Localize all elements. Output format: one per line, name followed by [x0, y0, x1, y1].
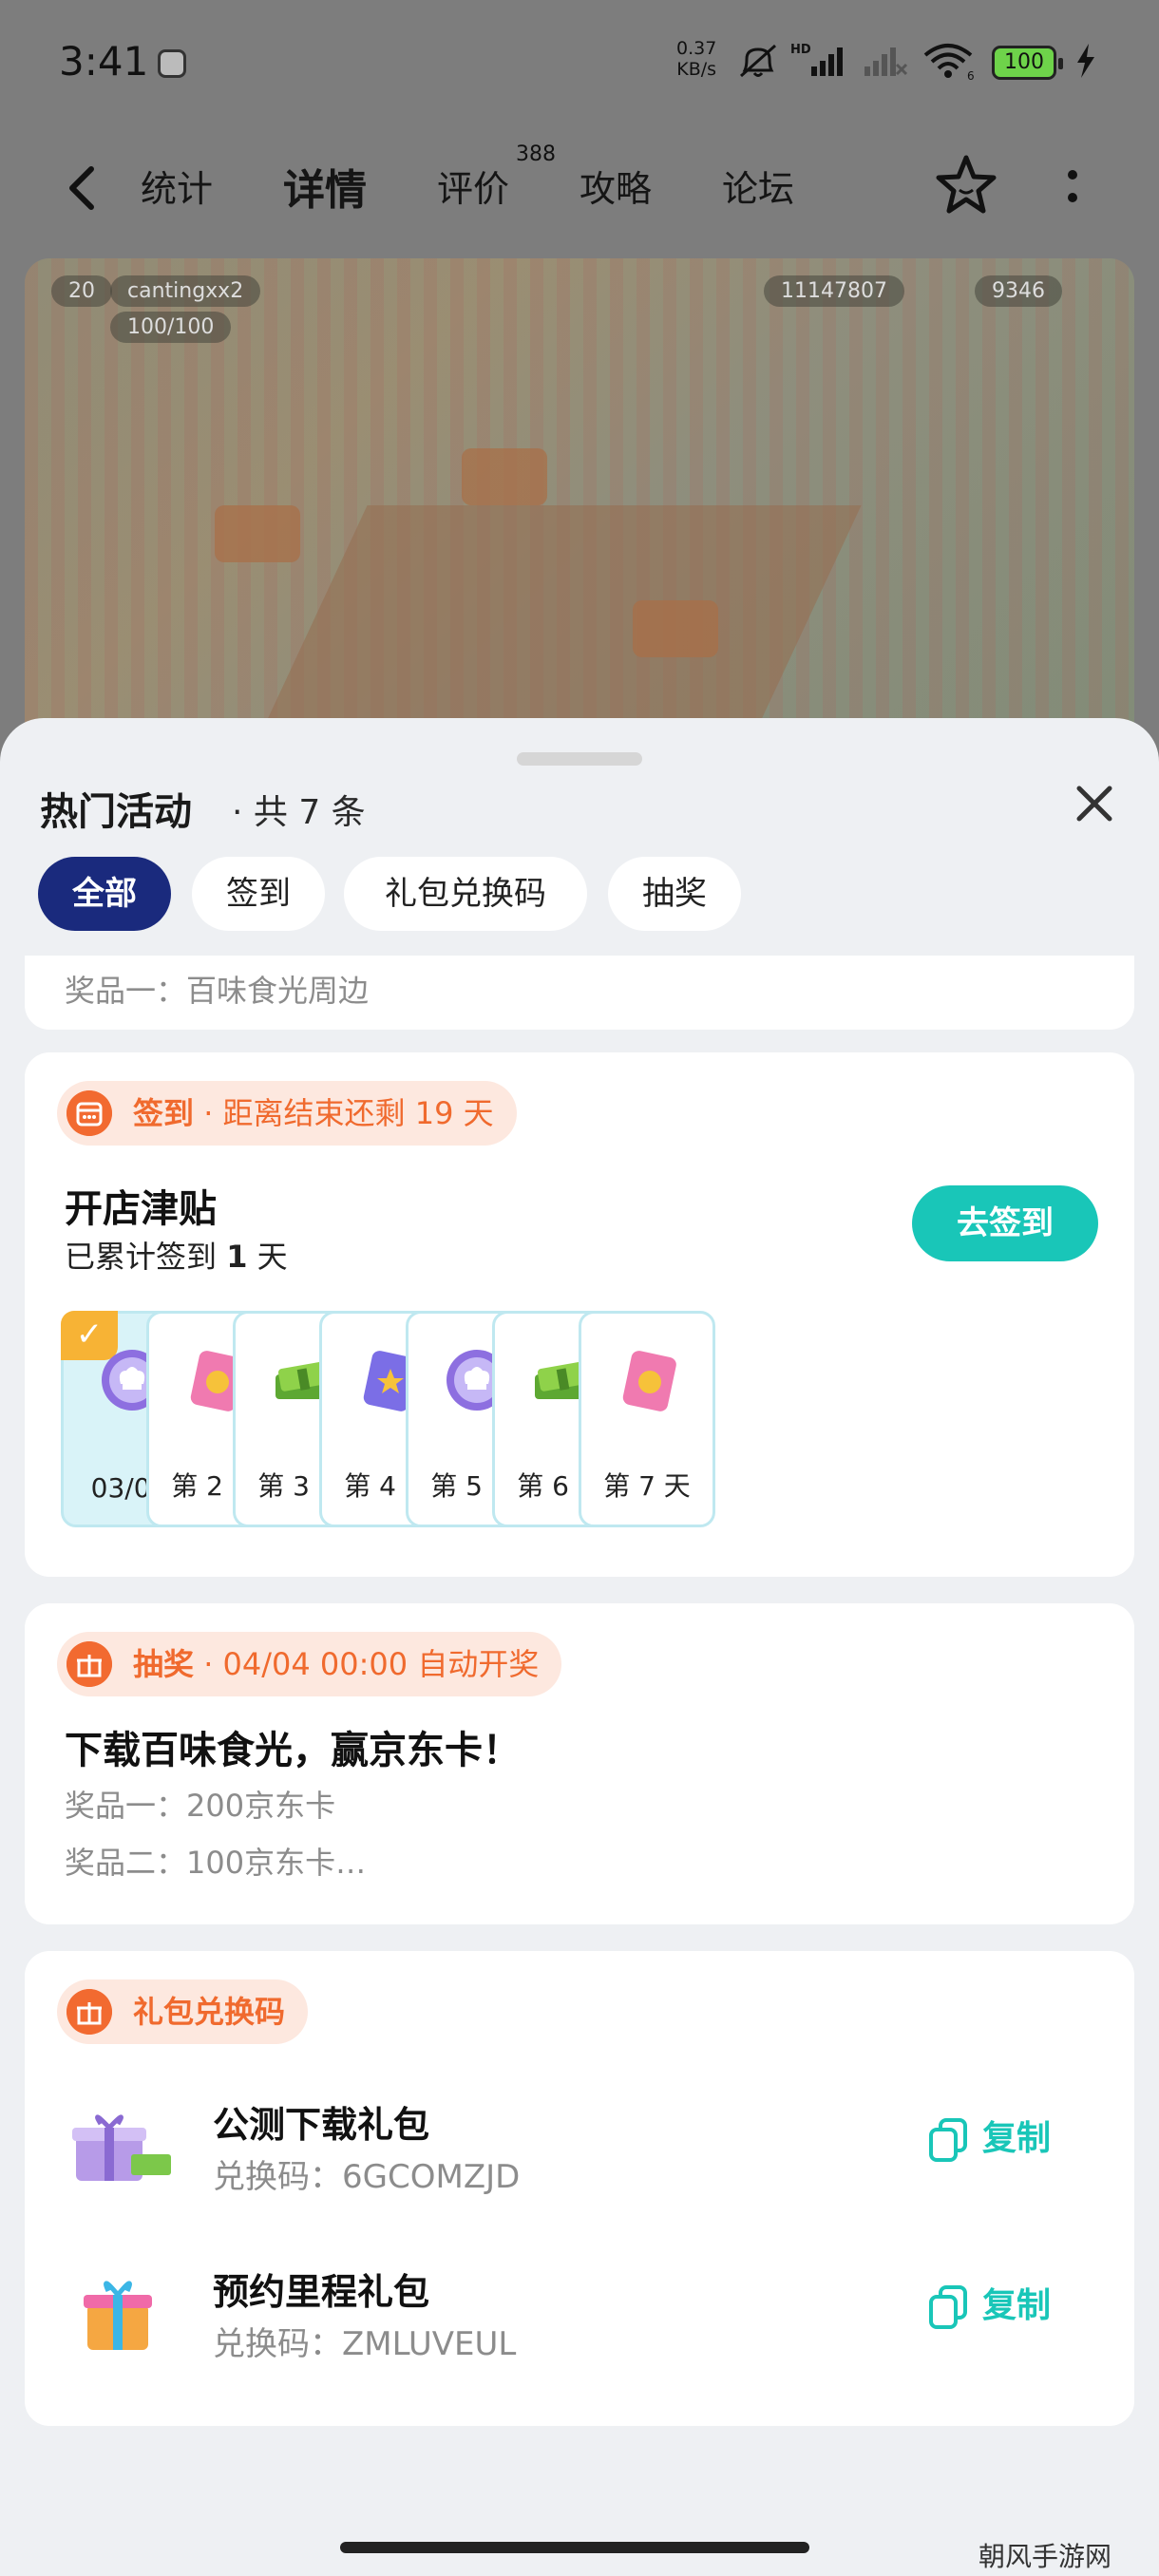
page-background: 3:41 0.37 KB/s HD 6 100 统计 详情 评价 388 攻略 …: [0, 0, 1159, 771]
game-player-name: cantingxx2: [110, 275, 261, 307]
lottery-draw-time: · 04/04 00:00 自动开奖: [203, 1646, 540, 1682]
back-arrow-icon[interactable]: [59, 160, 108, 217]
charging-bolt-icon: [1077, 44, 1094, 78]
gift-box-purple-icon: [72, 2114, 171, 2181]
top-navigation: 统计 详情 评价 388 攻略 论坛: [0, 142, 1159, 237]
game-table: [462, 448, 547, 505]
more-options-icon[interactable]: [1060, 163, 1085, 211]
tab-stats[interactable]: 统计: [141, 160, 213, 212]
lottery-tag: 抽奖 · 04/04 00:00 自动开奖: [57, 1632, 562, 1696]
tab-guides[interactable]: 攻略: [580, 160, 652, 212]
prize-line: 奖品一：百味食光周边: [65, 973, 370, 1009]
gift-codes-tag: 礼包兑换码: [57, 1979, 309, 2044]
calendar-icon: [66, 1090, 112, 1136]
copy-icon: [929, 2285, 967, 2329]
gift-codes-tag-label: 礼包兑换码: [133, 1994, 286, 2030]
lottery-tag-label: 抽奖: [133, 1646, 195, 1682]
network-speed: 0.37 KB/s: [676, 38, 716, 80]
gift-icon: [66, 1641, 112, 1687]
checkin-progress-prefix: 已累计签到: [65, 1239, 218, 1275]
checkin-countdown: · 距离结束还剩 19 天: [203, 1095, 494, 1131]
status-time: 3:41: [59, 38, 149, 85]
tab-forum[interactable]: 论坛: [722, 160, 794, 212]
copy-button[interactable]: 复制: [927, 2112, 1051, 2166]
checkin-day[interactable]: 第 7 天: [579, 1311, 715, 1527]
gift-code: 兑换码：ZMLUVEUL: [213, 2325, 517, 2363]
gift-code: 兑换码：6GCOMZJD: [213, 2158, 521, 2196]
lottery-card: 抽奖 · 04/04 00:00 自动开奖 下载百味食光，赢京东卡！ 奖品一：2…: [25, 1603, 1134, 1924]
network-speed-unit: KB/s: [676, 59, 717, 80]
filter-all[interactable]: 全部: [38, 857, 171, 931]
checkin-tag: 签到 · 距离结束还剩 19 天: [57, 1081, 517, 1146]
close-icon[interactable]: [1072, 781, 1117, 826]
game-table: [215, 505, 300, 562]
gift-box-colorful-icon: [84, 2281, 152, 2350]
checkin-button[interactable]: 去签到: [912, 1185, 1098, 1261]
checkin-progress-suffix: 天: [256, 1239, 288, 1275]
game-energy: 100/100: [110, 312, 232, 343]
signal-empty-icon: [864, 47, 908, 76]
checkin-progress: 已累计签到 1 天: [65, 1233, 288, 1277]
checkin-progress-days: 1: [226, 1239, 248, 1275]
copy-icon: [929, 2118, 967, 2162]
activity-count: · 共 7 条: [232, 793, 366, 832]
game-player-level: 20: [51, 275, 112, 307]
tab-details[interactable]: 详情: [283, 156, 367, 217]
filter-gift-codes[interactable]: 礼包兑换码: [344, 857, 587, 931]
game-screenshot[interactable]: 20 cantingxx2 100/100 11147807 9346: [25, 258, 1134, 771]
watermark: 朝风手游网: [978, 2541, 1112, 2572]
previous-activity-card: 奖品一：百味食光周边: [25, 956, 1134, 1030]
notification-app-icon: [158, 49, 186, 78]
copy-label: 复制: [982, 2286, 1052, 2325]
wifi-label: 6: [967, 69, 975, 80]
checkin-card: 签到 · 距离结束还剩 19 天 开店津贴 已累计签到 1 天 去签到 ✓ 03…: [25, 1052, 1134, 1577]
gift-codes-card: 礼包兑换码 公测下载礼包 兑换码：6GCOMZJD 复制 预约里程礼包 兑换码：…: [25, 1951, 1134, 2426]
copy-label: 复制: [982, 2119, 1052, 2158]
checkin-title: 开店津贴: [65, 1187, 217, 1231]
sheet-drag-handle[interactable]: [517, 752, 642, 766]
mute-bell-icon: [740, 44, 776, 78]
signal-hd-label: HD: [790, 43, 811, 57]
game-cash: 9346: [975, 275, 1062, 307]
prize-line: 奖品一：200京东卡: [65, 1788, 336, 1824]
lottery-title: 下载百味食光，赢京东卡！: [65, 1729, 521, 1772]
favorite-star-icon[interactable]: [933, 152, 999, 218]
wifi-icon: 6: [923, 44, 975, 80]
gift-name: 预约里程礼包: [213, 2271, 430, 2313]
home-indicator[interactable]: [340, 2542, 809, 2553]
network-speed-value: 0.37: [676, 38, 717, 59]
game-coins: 11147807: [764, 275, 904, 307]
gift-name: 公测下载礼包: [213, 2104, 430, 2146]
sheet-title: 热门活动: [40, 790, 192, 834]
checkin-day-label: 第 7 天: [603, 1470, 691, 1502]
gift-icon: [66, 1989, 112, 2035]
reviews-count-badge: 388: [516, 142, 556, 166]
battery-indicator: 100: [992, 46, 1063, 80]
checkin-tag-label: 签到: [133, 1095, 195, 1131]
prize-line: 奖品二：100京东卡…: [65, 1845, 367, 1881]
copy-button[interactable]: 复制: [927, 2280, 1051, 2333]
gift-code-row: 预约里程礼包 兑换码：ZMLUVEUL 复制: [25, 2242, 1134, 2375]
filter-lottery[interactable]: 抽奖: [608, 857, 741, 931]
status-bar: 3:41 0.37 KB/s HD 6 100: [0, 0, 1159, 123]
activities-sheet: 热门活动 · 共 7 条 全部 签到 礼包兑换码 抽奖 奖品一：百味食光周边 签…: [0, 718, 1159, 2576]
game-table: [633, 600, 718, 657]
filter-checkin[interactable]: 签到: [192, 857, 325, 931]
signal-hd-icon: HD: [790, 43, 843, 76]
ticket-icon: [622, 1351, 676, 1411]
tab-reviews[interactable]: 评价: [437, 160, 509, 212]
gift-code-row: 公测下载礼包 兑换码：6GCOMZJD 复制: [25, 2074, 1134, 2207]
